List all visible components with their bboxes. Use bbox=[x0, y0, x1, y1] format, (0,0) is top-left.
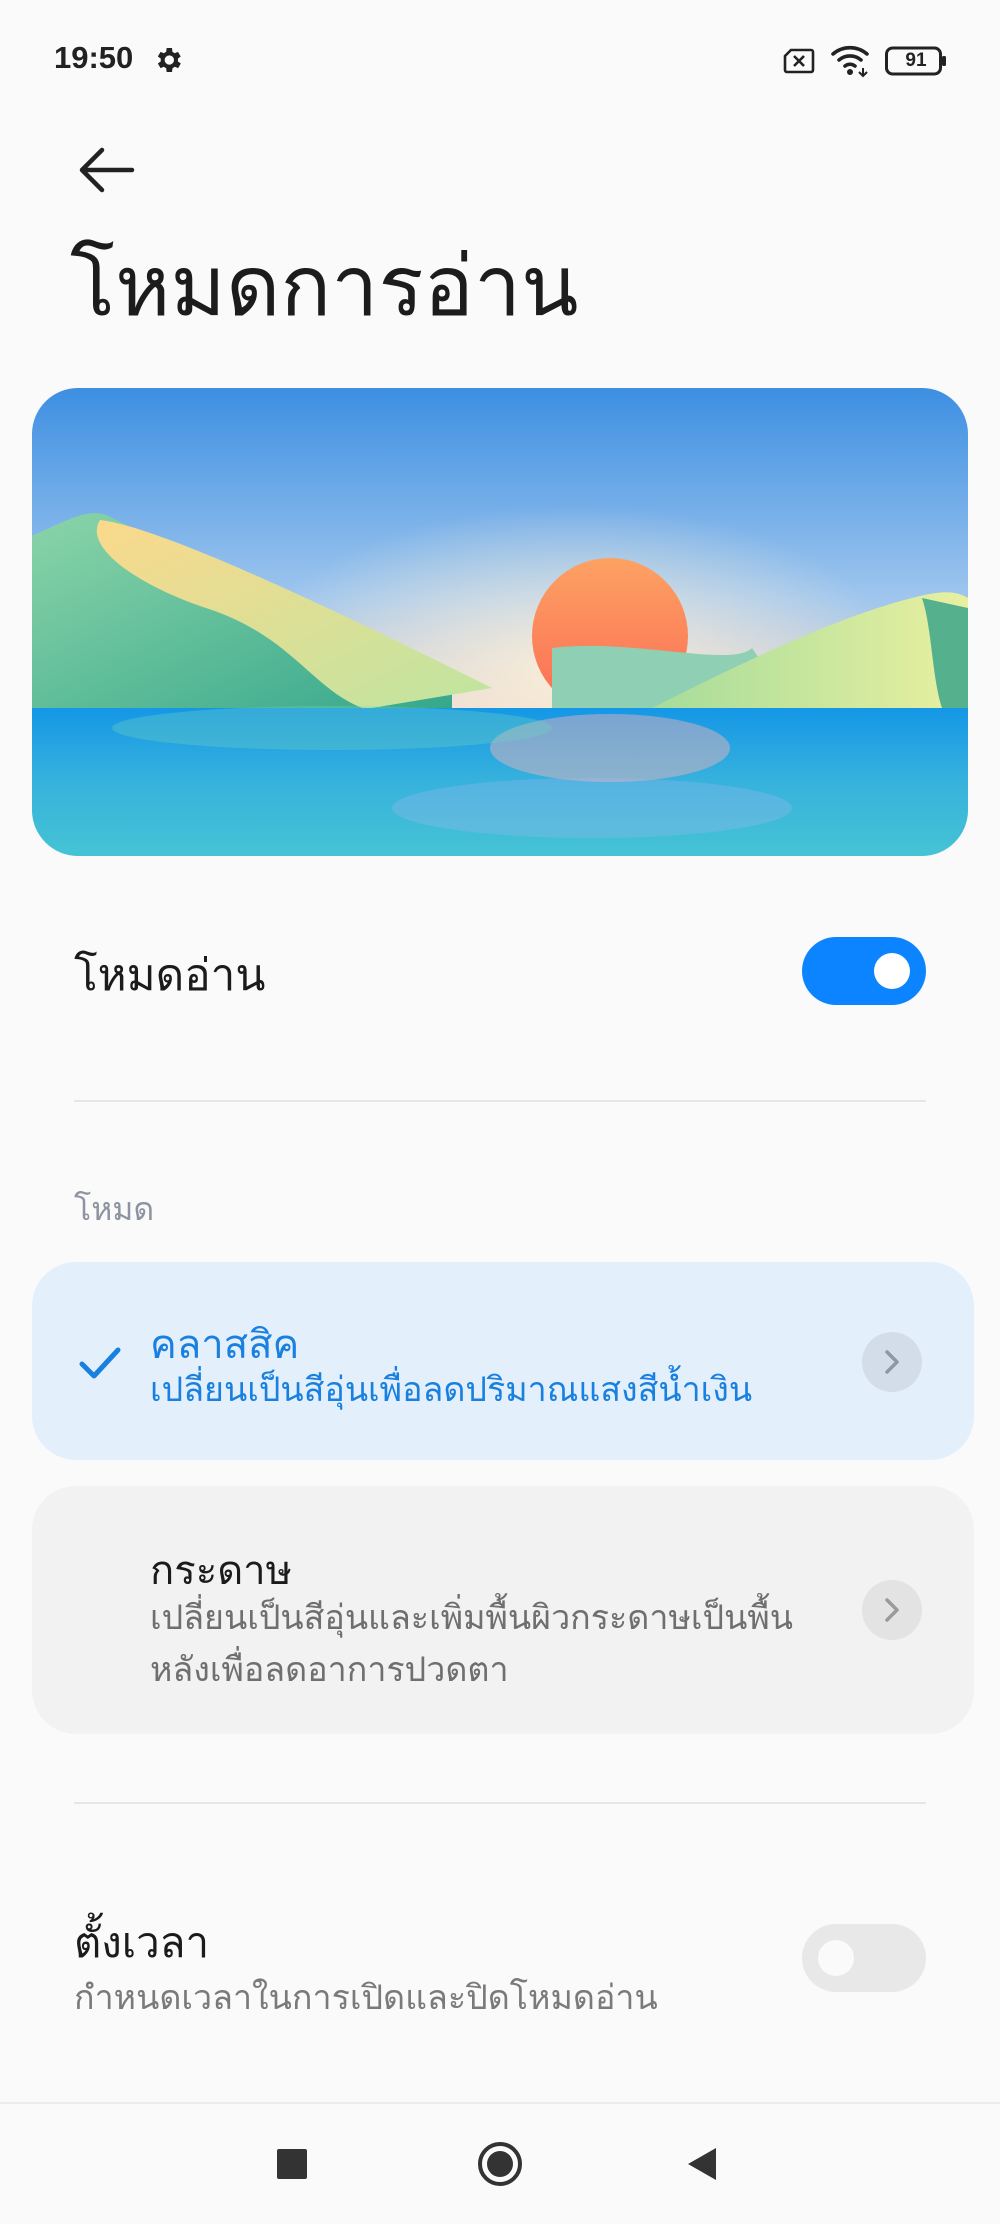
mode-paper-description: เปลี่ยนเป็นสีอุ่นและเพิ่มพื้นผิวกระดาษเป… bbox=[150, 1599, 793, 1689]
divider bbox=[74, 1802, 926, 1804]
reading-mode-label: โหมดอ่าน bbox=[74, 951, 266, 1000]
chevron-right-icon[interactable] bbox=[862, 1580, 922, 1640]
back-arrow-icon[interactable] bbox=[76, 146, 136, 194]
recents-square-icon[interactable] bbox=[276, 2148, 308, 2180]
reading-mode-illustration bbox=[32, 388, 968, 856]
home-circle-icon[interactable] bbox=[476, 2140, 524, 2188]
settings-gear-icon bbox=[157, 48, 181, 72]
mode-classic-description: เปลี่ยนเป็นสีอุ่นเพื่อลดปริมาณแสงสีน้ำเง… bbox=[150, 1371, 753, 1409]
schedule-toggle[interactable] bbox=[802, 1924, 926, 1992]
status-bar: 19:50 91 bbox=[0, 0, 1000, 120]
status-time: 19:50 bbox=[54, 40, 134, 75]
system-navigation-bar bbox=[0, 2102, 1000, 2224]
reading-mode-toggle[interactable] bbox=[802, 937, 926, 1005]
sim-error-icon bbox=[783, 48, 815, 74]
schedule-description: กำหนดเวลาในการเปิดและปิดโหมดอ่าน bbox=[74, 1979, 658, 2017]
chevron-right-icon[interactable] bbox=[862, 1332, 922, 1392]
page-title: โหมดการอ่าน bbox=[70, 239, 579, 333]
mode-card-paper[interactable]: กระดาษ เปลี่ยนเป็นสีอุ่นและเพิ่มพื้นผิวก… bbox=[32, 1486, 974, 1734]
schedule-label: ตั้งเวลา bbox=[74, 1919, 210, 1966]
battery-level: 91 bbox=[905, 50, 927, 71]
back-triangle-icon[interactable] bbox=[686, 2146, 718, 2182]
mode-card-classic[interactable]: คลาสสิค เปลี่ยนเป็นสีอุ่นเพื่อลดปริมาณแส… bbox=[32, 1262, 974, 1460]
divider bbox=[74, 1100, 926, 1102]
wifi-icon bbox=[831, 45, 869, 78]
modes-section-label: โหมด bbox=[74, 1191, 155, 1227]
checkmark-icon bbox=[79, 1347, 121, 1379]
